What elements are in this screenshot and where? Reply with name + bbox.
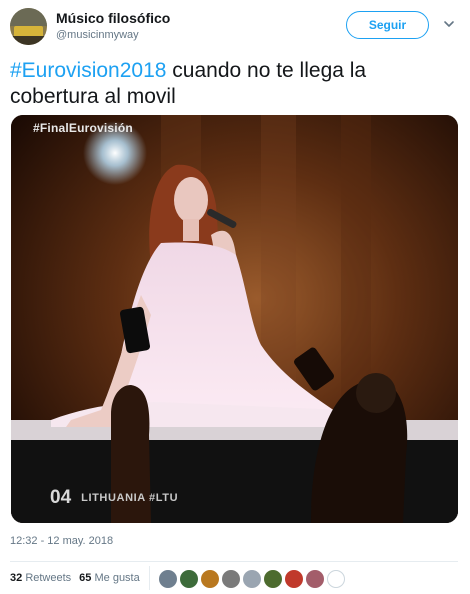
display-name[interactable]: Músico filosófico: [56, 10, 170, 26]
liker-avatar-5[interactable]: [243, 570, 261, 588]
liker-avatar-9[interactable]: [327, 570, 345, 588]
tweet-stats: 32 Retweets 65 Me gusta: [10, 572, 140, 584]
retweets-count: 32: [10, 572, 23, 584]
user-handle[interactable]: @musicinmyway: [56, 29, 139, 41]
chevron-down-icon[interactable]: [443, 18, 455, 30]
liker-avatar-4[interactable]: [222, 570, 240, 588]
tweet-timestamp[interactable]: 12:32 - 12 may. 2018: [10, 535, 113, 547]
retweets-label: Retweets: [25, 572, 72, 584]
tweet-header: Músico filosófico @musicinmyway Seguir: [0, 0, 470, 52]
liker-avatar-8[interactable]: [306, 570, 324, 588]
liker-avatar-3[interactable]: [201, 570, 219, 588]
follow-button[interactable]: Seguir: [346, 11, 429, 39]
liker-avatar-1[interactable]: [159, 570, 177, 588]
broadcast-lower-third: 04 LITHUANIA #LTU: [50, 487, 178, 509]
likes-stat[interactable]: 65 Me gusta: [79, 572, 140, 584]
liker-avatar-6[interactable]: [264, 570, 282, 588]
retweets-stat[interactable]: 32 Retweets: [10, 572, 71, 584]
user-avatar[interactable]: [10, 8, 47, 45]
tweet-photo[interactable]: #FinalEurovisión 04 LITHUANIA #LTU: [11, 115, 458, 523]
broadcast-tag: #FinalEurovisión: [33, 121, 133, 135]
liker-avatar-2[interactable]: [180, 570, 198, 588]
stats-separator: [149, 566, 150, 590]
performer-number: 04: [50, 487, 72, 508]
performer-country: LITHUANIA #LTU: [81, 492, 179, 504]
hashtag-link[interactable]: #Eurovision2018: [10, 59, 166, 82]
tweet-text: #Eurovision2018 cuando no te llega la co…: [10, 58, 450, 110]
liker-avatar-7[interactable]: [285, 570, 303, 588]
divider: [10, 561, 458, 562]
concert-photo: [11, 115, 458, 523]
likes-count: 65: [79, 572, 92, 584]
likes-label: Me gusta: [94, 572, 140, 584]
